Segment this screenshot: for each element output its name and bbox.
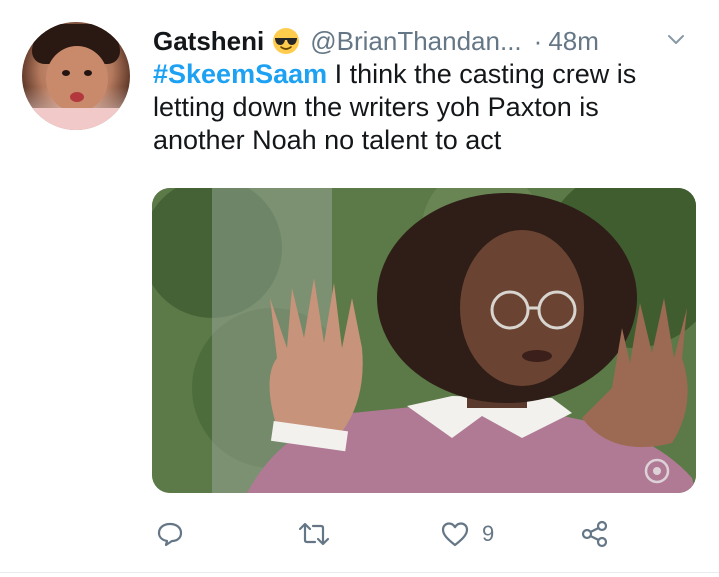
display-name[interactable]: Gatsheni [153, 26, 264, 57]
sunglasses-emoji-icon [272, 27, 300, 55]
share-icon [580, 519, 610, 549]
share-button[interactable] [580, 512, 610, 556]
hashtag-link[interactable]: #SkeemSaam [153, 59, 327, 89]
reply-button[interactable] [156, 512, 184, 556]
tweet-header: Gatsheni @BrianThandan... · 48m [153, 24, 599, 58]
retweet-icon [297, 520, 331, 548]
avatar-lips [70, 92, 84, 102]
avatar-face [46, 46, 108, 112]
reply-icon [156, 520, 184, 548]
like-count: 9 [482, 521, 495, 546]
chevron-down-icon[interactable] [665, 28, 687, 50]
like-button[interactable]: 9 [440, 512, 494, 556]
avatar-shirt [22, 108, 130, 130]
tweet-actions: 9 [0, 512, 719, 556]
avatar-eye-left [62, 70, 70, 76]
tweet[interactable]: Gatsheni @BrianThandan... · 48m #SkeemSa… [0, 0, 719, 577]
separator-dot: · [533, 25, 543, 56]
like-icon [440, 520, 470, 548]
divider [0, 572, 719, 573]
user-handle[interactable]: @BrianThandan... [310, 26, 521, 57]
retweet-button[interactable] [297, 512, 331, 556]
photo-illustration [152, 188, 696, 493]
timestamp[interactable]: 48m [548, 26, 599, 57]
avatar-eye-right [84, 70, 92, 76]
avatar[interactable] [22, 22, 130, 130]
tweet-text: #SkeemSaam I think the casting crew is l… [153, 58, 693, 157]
tweet-photo[interactable] [152, 188, 696, 493]
